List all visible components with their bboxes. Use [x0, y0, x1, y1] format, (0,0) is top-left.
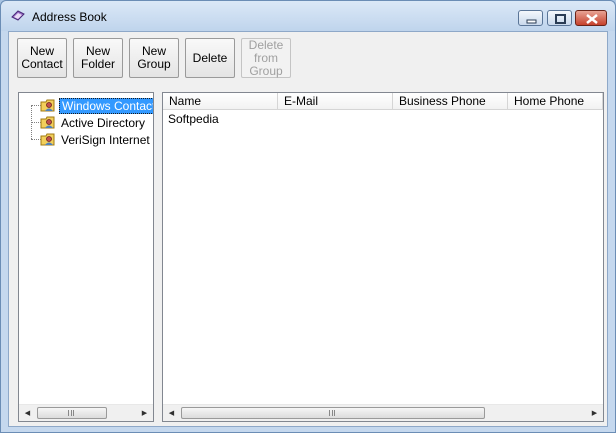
- column-header-email[interactable]: E-Mail: [278, 93, 393, 110]
- maximize-icon: [555, 14, 566, 24]
- tree-item-label: VeriSign Internet Directory Service: [61, 132, 153, 147]
- tree-item-label: Windows Contacts: [59, 97, 153, 114]
- list-item[interactable]: Softpedia: [168, 112, 219, 126]
- minimize-icon: [526, 19, 537, 24]
- minimize-button[interactable]: [518, 10, 543, 26]
- scroll-left-arrow[interactable]: ◀: [163, 405, 180, 421]
- contact-list[interactable]: Name E-Mail Business Phone Home Phone So…: [162, 92, 604, 422]
- tree-item-label: Active Directory: [61, 115, 146, 130]
- address-book-icon: [11, 10, 25, 21]
- scroll-right-arrow[interactable]: ▶: [586, 405, 603, 421]
- maximize-button[interactable]: [547, 10, 572, 26]
- new-group-button[interactable]: New Group: [129, 38, 179, 78]
- close-button[interactable]: [575, 10, 607, 26]
- button-label-line: from: [254, 50, 278, 65]
- button-label-line: Group: [249, 63, 283, 78]
- folder-tree[interactable]: Windows Contacts Active Directory VeriSi…: [18, 92, 154, 422]
- close-icon: [586, 14, 598, 24]
- column-header-business-phone[interactable]: Business Phone: [393, 93, 508, 110]
- scroll-grip-icon: [329, 410, 335, 416]
- button-label-line: New: [141, 44, 166, 58]
- button-label-line: Delete: [248, 37, 284, 52]
- button-label-line: Folder: [80, 57, 115, 71]
- address-book-window: Address Book New Contact New Folder New Gro…: [0, 0, 616, 433]
- column-header-name[interactable]: Name: [163, 93, 278, 110]
- delete-from-group-button[interactable]: Delete from Group: [241, 38, 291, 78]
- button-label-line: New: [85, 44, 110, 58]
- scroll-thumb[interactable]: [181, 407, 485, 419]
- client-area: New Contact New Folder New Group Delete Del…: [8, 31, 608, 427]
- tree-item-active-directory[interactable]: Active Directory: [40, 115, 147, 130]
- tree-viewport: Windows Contacts Active Directory VeriSi…: [19, 93, 153, 405]
- scroll-thumb[interactable]: [37, 407, 107, 419]
- tree-item-windows-contacts[interactable]: Windows Contacts: [40, 97, 153, 114]
- button-label-line: New: [29, 44, 54, 58]
- contacts-folder-icon: [40, 116, 55, 129]
- list-horizontal-scrollbar[interactable]: ◀ ▶: [163, 404, 603, 421]
- window-title: Address Book: [32, 10, 107, 24]
- scroll-right-arrow[interactable]: ▶: [136, 405, 153, 421]
- button-label-line: Contact: [21, 57, 63, 71]
- tree-horizontal-scrollbar[interactable]: ◀ ▶: [19, 404, 153, 421]
- contacts-folder-icon: [40, 99, 55, 112]
- tree-item-verisign[interactable]: VeriSign Internet Directory Service: [40, 132, 153, 147]
- scroll-grip-icon: [68, 410, 74, 416]
- new-contact-button[interactable]: New Contact: [17, 38, 67, 78]
- contacts-folder-icon: [40, 133, 55, 146]
- button-label-line: Delete: [192, 50, 228, 65]
- delete-button[interactable]: Delete: [185, 38, 235, 78]
- new-folder-button[interactable]: New Folder: [73, 38, 123, 78]
- title-bar[interactable]: Address Book: [1, 1, 615, 31]
- column-header-home-phone[interactable]: Home Phone: [508, 93, 603, 110]
- scroll-left-arrow[interactable]: ◀: [19, 405, 36, 421]
- button-label-line: Group: [137, 57, 171, 71]
